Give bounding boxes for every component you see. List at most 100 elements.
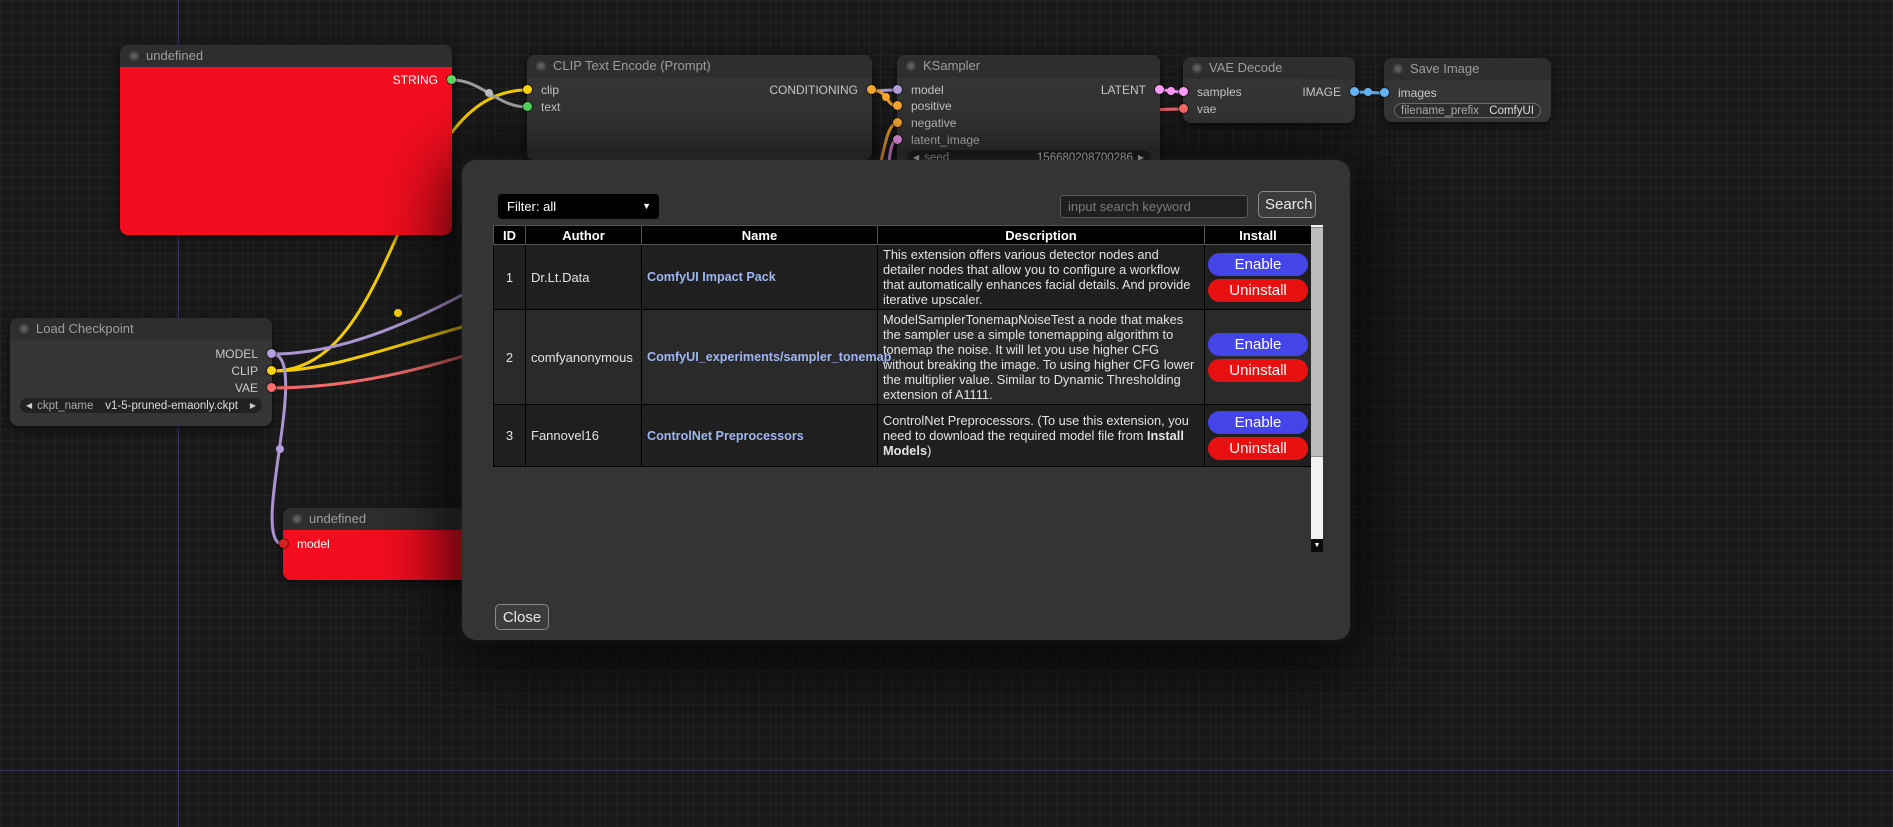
extensions-table: IDAuthorNameDescriptionInstall 1Dr.Lt.Da… xyxy=(493,225,1312,467)
port-label: STRING xyxy=(393,73,438,87)
uninstall-button[interactable]: Uninstall xyxy=(1208,359,1308,382)
port-label: negative xyxy=(911,116,956,130)
extension-name-link[interactable]: ControlNet Preprocessors xyxy=(642,405,878,467)
ckpt-name-widget[interactable]: ◀ ckpt_name v1-5-pruned-emaonly.ckpt ▶ xyxy=(20,398,262,413)
extension-description: ControlNet Preprocessors. (To use this e… xyxy=(878,405,1205,467)
install-custom-nodes-dialog: Filter: all ▼ Search IDAuthorNameDescrip… xyxy=(462,160,1350,640)
port-label: LATENT xyxy=(1101,83,1146,97)
node-title: Load Checkpoint xyxy=(36,321,134,336)
node-title-bar[interactable]: KSampler xyxy=(897,55,1160,77)
output-port-conditioning[interactable]: CONDITIONING xyxy=(769,83,872,97)
filter-dropdown[interactable]: Filter: all xyxy=(498,194,659,219)
node-undefined-1[interactable]: undefined STRING xyxy=(120,45,452,235)
node-title: undefined xyxy=(309,511,366,526)
extension-name-link[interactable]: ComfyUI_experiments/sampler_tonemap xyxy=(642,310,878,405)
uninstall-button[interactable]: Uninstall xyxy=(1208,437,1308,460)
text-port-dot[interactable] xyxy=(523,102,532,111)
input-port-text[interactable]: text xyxy=(527,100,560,114)
port-label: CLIP xyxy=(231,364,258,378)
output-port-image[interactable]: IMAGE xyxy=(1302,85,1355,99)
enable-button[interactable]: Enable xyxy=(1208,253,1308,276)
output-port-string[interactable]: STRING xyxy=(393,73,452,87)
output-port-vae[interactable]: VAE xyxy=(235,381,272,395)
collapse-dot-icon[interactable] xyxy=(1393,64,1403,74)
collapse-dot-icon[interactable] xyxy=(129,51,139,61)
node-clip-text-encode[interactable]: CLIP Text Encode (Prompt) clip text COND… xyxy=(527,55,872,160)
conditioning-port-dot[interactable] xyxy=(867,85,876,94)
input-port-latent-image[interactable]: latent_image xyxy=(897,133,980,147)
input-port-vae[interactable]: vae xyxy=(1183,102,1216,116)
port-label: latent_image xyxy=(911,133,980,147)
uninstall-button[interactable]: Uninstall xyxy=(1208,279,1308,302)
images-port-dot[interactable] xyxy=(1380,88,1389,97)
negative-port-dot[interactable] xyxy=(893,118,902,127)
extension-author: Fannovel16 xyxy=(526,405,642,467)
image-port-dot[interactable] xyxy=(1350,87,1359,96)
extension-row: 1Dr.Lt.DataComfyUI Impact PackThis exten… xyxy=(494,245,1312,310)
node-title-bar[interactable]: Save Image xyxy=(1384,58,1551,80)
model-port-dot[interactable] xyxy=(279,539,288,548)
enable-button[interactable]: Enable xyxy=(1208,411,1308,434)
node-title-bar[interactable]: VAE Decode xyxy=(1183,57,1355,79)
input-port-model[interactable]: model xyxy=(283,537,330,551)
port-label: images xyxy=(1398,86,1437,100)
collapse-dot-icon[interactable] xyxy=(536,61,546,71)
node-title-bar[interactable]: undefined xyxy=(283,508,483,530)
extension-id: 2 xyxy=(494,310,526,405)
node-title-bar[interactable]: CLIP Text Encode (Prompt) xyxy=(527,55,872,77)
port-label: vae xyxy=(1197,102,1216,116)
input-port-samples[interactable]: samples xyxy=(1183,85,1242,99)
model-port-dot[interactable] xyxy=(893,85,902,94)
collapse-dot-icon[interactable] xyxy=(906,61,916,71)
node-undefined-2[interactable]: undefined model xyxy=(283,508,483,580)
latent-port-dot[interactable] xyxy=(1155,85,1164,94)
vae-port-dot[interactable] xyxy=(267,383,276,392)
scrollbar-thumb[interactable] xyxy=(1311,227,1323,457)
collapse-dot-icon[interactable] xyxy=(292,514,302,524)
close-button[interactable]: Close xyxy=(495,604,549,630)
extension-author: Dr.Lt.Data xyxy=(526,245,642,310)
node-body xyxy=(120,67,452,235)
extension-name-link[interactable]: ComfyUI Impact Pack xyxy=(642,245,878,310)
collapse-dot-icon[interactable] xyxy=(19,324,29,334)
input-port-negative[interactable]: negative xyxy=(897,116,956,130)
scroll-down-icon[interactable]: ▼ xyxy=(1311,539,1323,552)
enable-button[interactable]: Enable xyxy=(1208,333,1308,356)
node-title-bar[interactable]: Load Checkpoint xyxy=(10,318,272,340)
next-arrow-icon[interactable]: ▶ xyxy=(250,398,256,413)
input-port-images[interactable]: images xyxy=(1384,86,1437,100)
clip-port-dot[interactable] xyxy=(267,366,276,375)
input-port-clip[interactable]: clip xyxy=(527,83,559,97)
port-label: VAE xyxy=(235,381,258,395)
clip-port-dot[interactable] xyxy=(523,85,532,94)
samples-port-dot[interactable] xyxy=(1179,87,1188,96)
node-vae-decode[interactable]: VAE Decode samples vae IMAGE xyxy=(1183,57,1355,123)
node-load-checkpoint[interactable]: Load Checkpoint MODEL CLIP VAE ◀ ckpt_na… xyxy=(10,318,272,426)
widget-label: filename_prefix xyxy=(1401,105,1479,117)
output-port-model[interactable]: MODEL xyxy=(215,347,272,361)
vae-port-dot[interactable] xyxy=(1179,104,1188,113)
column-header-id: ID xyxy=(494,226,526,245)
filename-prefix-widget[interactable]: filename_prefix ComfyUI xyxy=(1394,103,1541,118)
string-port-dot[interactable] xyxy=(447,75,456,84)
input-port-model[interactable]: model xyxy=(897,83,944,97)
comfyui-canvas[interactable]: undefined STRING CLIP Text Encode (Promp… xyxy=(0,0,1893,827)
node-ksampler[interactable]: KSampler model positive negative latent_… xyxy=(897,55,1160,170)
previous-arrow-icon[interactable]: ◀ xyxy=(26,398,32,413)
positive-port-dot[interactable] xyxy=(893,101,902,110)
extension-id: 3 xyxy=(494,405,526,467)
output-port-clip[interactable]: CLIP xyxy=(231,364,272,378)
latent-image-port-dot[interactable] xyxy=(893,135,902,144)
extension-actions: Enable Uninstall xyxy=(1205,310,1312,405)
input-port-positive[interactable]: positive xyxy=(897,99,952,113)
port-label: MODEL xyxy=(215,347,258,361)
search-input[interactable] xyxy=(1060,195,1248,218)
node-title-bar[interactable]: undefined xyxy=(120,45,452,67)
output-port-latent[interactable]: LATENT xyxy=(1101,83,1160,97)
port-label: IMAGE xyxy=(1302,85,1341,99)
model-port-dot[interactable] xyxy=(267,349,276,358)
search-button[interactable]: Search xyxy=(1258,191,1316,218)
node-save-image[interactable]: Save Image images filename_prefix ComfyU… xyxy=(1384,58,1551,122)
extensions-tbody: 1Dr.Lt.DataComfyUI Impact PackThis exten… xyxy=(494,245,1312,467)
collapse-dot-icon[interactable] xyxy=(1192,63,1202,73)
